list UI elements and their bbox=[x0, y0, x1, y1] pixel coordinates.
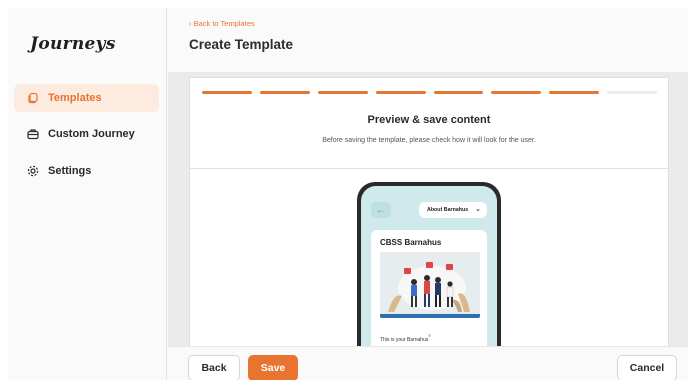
sidebar-item-label: Templates bbox=[48, 92, 102, 104]
content-card: CBSS Barnahus This is your Barnahus bbox=[371, 230, 487, 346]
progress-step bbox=[259, 91, 310, 94]
gear-icon bbox=[27, 165, 39, 177]
content-card-title: CBSS Barnahus bbox=[380, 238, 442, 247]
phone-screen: ← About Barnahus ⌄ CBSS Barnahus This is… bbox=[361, 186, 497, 346]
sidebar-item-label: Custom Journey bbox=[48, 128, 135, 140]
templates-icon bbox=[27, 92, 39, 104]
app-frame: Journeys Templates Custom Journey Settin… bbox=[8, 8, 688, 380]
progress-step bbox=[202, 91, 252, 94]
topic-dropdown[interactable]: About Barnahus ⌄ bbox=[419, 202, 487, 218]
back-to-templates-link[interactable]: ‹ Back to Templates bbox=[189, 19, 255, 28]
page-title: Create Template bbox=[189, 37, 294, 52]
step-description: Before saving the template, please check… bbox=[322, 137, 536, 144]
sidebar-item-settings[interactable]: Settings bbox=[14, 157, 159, 185]
topic-dropdown-value: About Barnahus bbox=[427, 207, 469, 213]
chevron-down-icon: ⌄ bbox=[475, 206, 481, 213]
main-content[interactable]: Preview & save content Before saving the… bbox=[168, 72, 688, 346]
step-progress-bar bbox=[202, 91, 657, 95]
sidebar: Journeys Templates Custom Journey Settin… bbox=[8, 8, 167, 380]
back-button[interactable]: Back bbox=[188, 355, 240, 380]
app-logo: Journeys bbox=[30, 34, 116, 54]
sidebar-item-templates[interactable]: Templates bbox=[14, 84, 159, 112]
progress-step bbox=[491, 91, 542, 94]
sidebar-item-custom-journey[interactable]: Custom Journey bbox=[14, 120, 159, 148]
progress-step bbox=[375, 91, 426, 94]
progress-step bbox=[433, 91, 484, 94]
phone-preview: ← About Barnahus ⌄ CBSS Barnahus This is… bbox=[357, 182, 501, 346]
wizard-card: Preview & save content Before saving the… bbox=[189, 77, 669, 346]
save-button[interactable]: Save bbox=[248, 355, 298, 380]
content-card-text: This is your Barnahus bbox=[380, 337, 429, 343]
wizard-footer: Back Save Cancel bbox=[168, 346, 688, 380]
people-illustration bbox=[380, 252, 480, 318]
step-title: Preview & save content bbox=[367, 114, 491, 126]
arrow-left-icon[interactable]: ← bbox=[371, 202, 391, 218]
progress-step bbox=[549, 91, 600, 94]
briefcase-icon bbox=[27, 128, 39, 140]
back-link-label: Back to Templates bbox=[193, 19, 255, 28]
progress-step bbox=[317, 91, 368, 94]
cancel-button[interactable]: Cancel bbox=[617, 355, 677, 380]
divider bbox=[190, 168, 668, 169]
progress-step bbox=[607, 91, 657, 94]
page-header: ‹ Back to Templates Create Template bbox=[168, 8, 688, 72]
sidebar-item-label: Settings bbox=[48, 165, 92, 177]
